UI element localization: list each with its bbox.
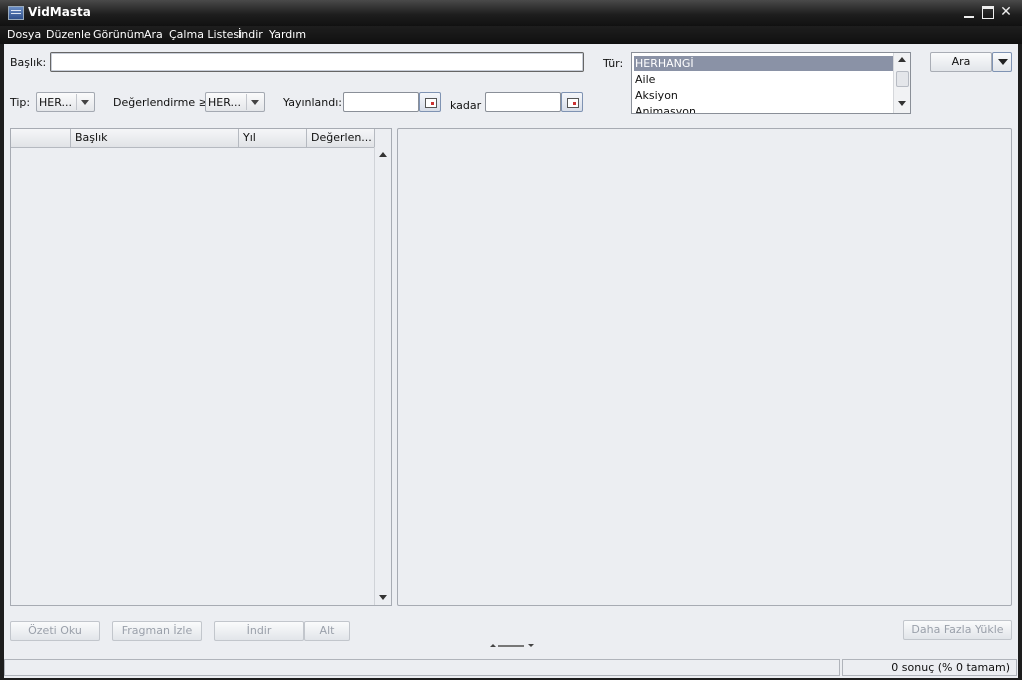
genre-item[interactable]: Aile [634,72,893,87]
title-bar: VidMasta ✕ [0,0,1022,26]
until-label: kadar [450,99,482,112]
released-to-field[interactable] [485,92,561,112]
chevron-down-icon [76,94,93,110]
download-button[interactable]: İndir [214,621,304,641]
rating-label: Değerlendirme ≥: [113,96,212,109]
status-message [4,659,840,676]
released-to-calendar-button[interactable] [561,92,583,112]
rating-select-value: HER... [208,96,241,109]
column-header-rating[interactable]: Değerlen... [307,129,375,147]
column-header-year[interactable]: Yıl [239,129,307,147]
search-button[interactable]: Ara [930,52,992,72]
column-header-title[interactable]: Başlık [71,129,239,147]
title-label: Başlık: [10,56,47,69]
watch-trailer-button[interactable]: Fragman İzle [112,621,202,641]
calendar-icon [425,98,437,108]
summary-panel [397,128,1012,606]
results-scrollbar[interactable] [374,147,391,605]
maximize-button[interactable] [980,4,996,20]
genre-item[interactable]: HERHANGİ [634,56,893,71]
type-select-value: HER... [39,96,72,109]
genre-list[interactable]: HERHANGİ Aile Aksiyon Animasyon [631,52,911,114]
genre-label: Tür: [603,57,624,70]
chevron-down-icon [246,94,263,110]
title-search-input[interactable] [50,52,584,72]
table-header: Başlık Yıl Değerlen... [11,129,375,148]
menu-gorunum[interactable]: Görünüm [93,28,144,41]
arrow-up-icon [490,644,496,647]
minimize-button[interactable] [961,4,977,20]
type-select[interactable]: HER... [36,92,95,112]
released-from-field[interactable] [343,92,419,112]
splitter-handle[interactable] [488,644,536,650]
menu-indir[interactable]: İndir [238,28,263,41]
window-title: VidMasta [28,5,91,19]
close-button[interactable]: ✕ [998,4,1014,20]
grip-icon [498,645,524,647]
menu-duzenle[interactable]: Düzenle [46,28,91,41]
genre-item[interactable]: Animasyon [634,104,893,113]
released-label: Yayınlandı: [283,96,342,109]
load-more-button[interactable]: Daha Fazla Yükle [903,620,1012,640]
subtitle-button[interactable]: Alt [304,621,350,641]
calendar-icon [567,98,579,108]
read-summary-button[interactable]: Özeti Oku [10,621,100,641]
results-table[interactable]: Başlık Yıl Değerlen... [10,128,392,606]
search-options-dropdown-button[interactable] [992,52,1012,72]
arrow-down-icon [528,644,534,647]
type-label: Tip: [10,96,31,109]
released-from-calendar-button[interactable] [419,92,441,112]
menu-dosya[interactable]: Dosya [7,28,41,41]
genre-scrollbar[interactable] [893,53,910,113]
rating-select[interactable]: HER... [205,92,265,112]
column-header-blank[interactable] [11,129,71,147]
menu-bar: Dosya Düzenle Görünüm Ara Çalma Listesi … [0,26,1022,44]
menu-calma-listesi[interactable]: Çalma Listesi [169,28,242,41]
scrollbar-thumb[interactable] [896,71,909,87]
status-bar: 0 sonuç (% 0 tamam) [4,657,1018,678]
menu-yardim[interactable]: Yardım [269,28,306,41]
result-count-status: 0 sonuç (% 0 tamam) [842,659,1017,676]
menu-ara[interactable]: Ara [144,28,163,41]
genre-item[interactable]: Aksiyon [634,88,893,103]
main-window-content: Başlık: Tip: HER... Değerlendirme ≥: HER… [4,44,1018,678]
app-icon [8,6,24,20]
